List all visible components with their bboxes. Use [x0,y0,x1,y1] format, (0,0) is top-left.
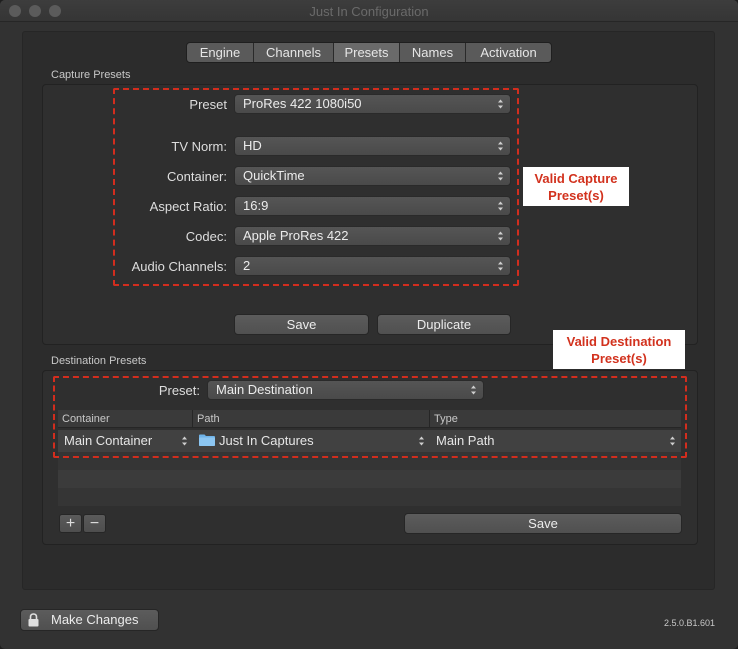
remove-button[interactable]: − [83,514,106,533]
capture-presets-label: Capture Presets [51,69,131,81]
make-changes-label: Make Changes [51,612,139,627]
duplicate-button[interactable]: Duplicate [377,314,511,335]
destination-annotation-box [53,376,687,458]
version-label: 2.5.0.B1.601 [664,618,716,628]
app-window: Just In Configuration Engine Channels Pr… [0,0,738,649]
add-button[interactable]: + [59,514,82,533]
tab-presets[interactable]: Presets [334,43,400,62]
title-bar: Just In Configuration [0,0,738,22]
empty-table-row [58,488,681,506]
destination-save-button[interactable]: Save [404,513,682,534]
destination-presets-label: Destination Presets [51,355,147,367]
tab-channels[interactable]: Channels [254,43,334,62]
window-title: Just In Configuration [309,4,429,19]
capture-annotation-label: Valid Capture Preset(s) [523,167,629,206]
tab-activation[interactable]: Activation [466,43,551,62]
tab-bar: Engine Channels Presets Names Activation [186,42,552,63]
empty-table-row [58,470,681,488]
plus-icon: + [65,515,76,532]
make-changes-button[interactable]: Make Changes [20,609,159,631]
capture-save-button[interactable]: Save [234,314,369,335]
lock-icon [28,613,39,627]
destination-annotation-label: Valid Destination Preset(s) [553,330,685,369]
capture-annotation-box [113,88,519,286]
minus-icon: − [89,515,100,532]
tab-names[interactable]: Names [400,43,466,62]
tab-engine[interactable]: Engine [187,43,254,62]
